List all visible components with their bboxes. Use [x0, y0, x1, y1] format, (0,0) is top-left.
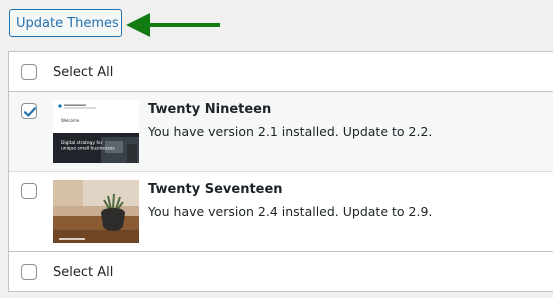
theme-checkbox-twenty-nineteen[interactable] — [21, 103, 37, 119]
theme-screenshot-twenty-seventeen — [53, 180, 139, 243]
theme-screenshot-twenty-nineteen: Welcome Digital strategy for unique smal… — [53, 100, 139, 163]
select-all-checkbox[interactable] — [21, 264, 37, 280]
select-all-label: Select All — [53, 65, 114, 80]
svg-text:unique small businesses: unique small businesses — [61, 146, 115, 152]
theme-name: Twenty Nineteen — [148, 102, 272, 117]
theme-name: Twenty Seventeen — [148, 182, 283, 197]
theme-row-twenty-seventeen: Twenty Seventeen You have version 2.4 in… — [9, 172, 553, 252]
theme-update-info: You have version 2.1 installed. Update t… — [148, 124, 433, 139]
select-all-header-row: Select All — [9, 52, 553, 92]
select-all-checkbox[interactable] — [21, 64, 37, 80]
themes-update-table: Select All Welcome Digital strategy for … — [8, 51, 553, 292]
theme-update-info: You have version 2.4 installed. Update t… — [148, 204, 433, 219]
svg-text:Welcome: Welcome — [61, 118, 80, 123]
select-all-label: Select All — [53, 265, 114, 280]
select-all-footer-row: Select All — [9, 252, 553, 291]
theme-checkbox-twenty-seventeen[interactable] — [21, 183, 37, 199]
annotation-arrow-icon — [126, 13, 220, 37]
checkmark-icon — [23, 107, 37, 117]
theme-row-twenty-nineteen: Welcome Digital strategy for unique smal… — [9, 92, 553, 172]
update-themes-button[interactable]: Update Themes — [9, 9, 122, 37]
svg-text:Digital strategy for: Digital strategy for — [61, 140, 103, 146]
